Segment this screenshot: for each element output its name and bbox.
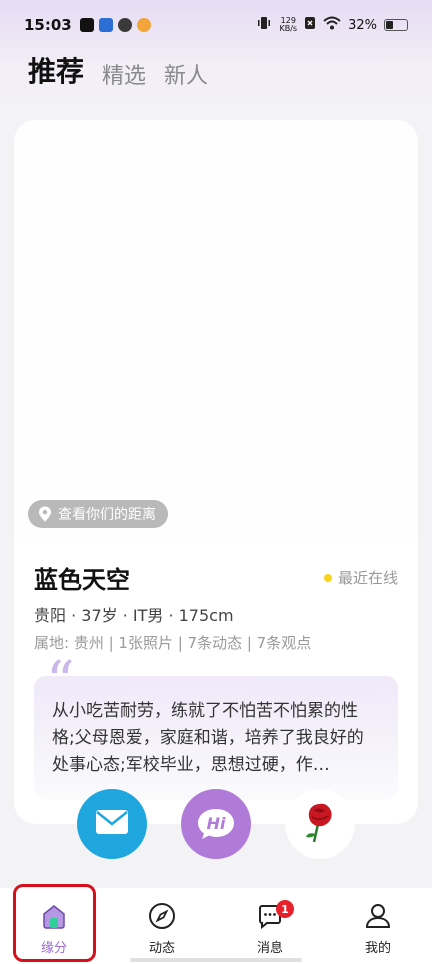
profile-name: 蓝色天空 <box>34 566 130 594</box>
network-speed: 129 KB/s <box>279 17 297 33</box>
wifi-icon <box>323 16 341 34</box>
rose-icon <box>300 800 340 848</box>
tab-recommend[interactable]: 推荐 <box>28 50 84 90</box>
quote-icon: “ <box>46 650 75 715</box>
compass-icon <box>148 902 176 934</box>
nav-label-me: 我的 <box>364 941 391 956</box>
nav-item-messages[interactable]: 1 消息 <box>216 888 324 964</box>
net-speed-unit: KB/s <box>279 24 298 33</box>
home-indicator <box>130 958 302 962</box>
sim-icon <box>304 16 316 34</box>
profile-meta: 属地: 贵州 | 1张照片 | 7条动态 | 7条观点 <box>34 634 312 652</box>
status-bar: 15:03 129 KB/s 32% <box>0 0 432 50</box>
view-distance-label: 查看你们的距离 <box>58 507 156 523</box>
send-rose-button[interactable] <box>285 789 355 859</box>
app-notification-icon <box>98 18 113 32</box>
nav-label-messages: 消息 <box>256 941 283 956</box>
profile-bio[interactable]: 从小吃苦耐劳，练就了不怕苦不怕累的性格;父母恩爱，家庭和谐，培养了我良好的处事心… <box>34 676 398 800</box>
user-icon <box>364 902 392 934</box>
hi-bubble-icon: Hi <box>196 807 236 841</box>
hi-label: Hi <box>206 814 226 833</box>
nav-label-moments: 动态 <box>148 941 175 956</box>
tiktok-icon <box>79 18 94 32</box>
status-time: 15:03 <box>24 16 72 34</box>
nav-item-moments[interactable]: 动态 <box>108 888 216 964</box>
app-notification-icon-2 <box>117 18 132 32</box>
nav-item-me[interactable]: 我的 <box>324 888 432 964</box>
location-pin-icon <box>38 506 52 522</box>
mail-icon <box>95 809 129 839</box>
online-status-label: 最近在线 <box>337 569 398 587</box>
battery-text: 32% <box>348 17 377 33</box>
highlight-annotation <box>13 884 96 962</box>
message-button[interactable] <box>77 789 147 859</box>
online-status: 最近在线 <box>323 567 398 588</box>
weibo-icon <box>136 18 151 32</box>
say-hi-button[interactable]: Hi <box>181 789 251 859</box>
profile-card[interactable]: 查看你们的距离 蓝色天空 最近在线 贵阳 · 37岁 · IT男 · 175cm… <box>14 120 418 824</box>
messages-badge: 1 <box>276 900 294 918</box>
profile-basic-info: 贵阳 · 37岁 · IT男 · 175cm <box>34 606 234 625</box>
top-tabs: 推荐 精选 新人 <box>28 50 208 90</box>
online-dot <box>323 573 332 582</box>
battery-icon <box>384 19 408 31</box>
tab-newcomers[interactable]: 新人 <box>164 58 208 90</box>
vibrate-icon <box>256 16 272 34</box>
view-distance-button[interactable]: 查看你们的距离 <box>28 500 168 528</box>
name-row: 蓝色天空 最近在线 <box>34 560 398 595</box>
profile-photo-area[interactable] <box>14 120 418 540</box>
tab-featured[interactable]: 精选 <box>102 58 146 90</box>
